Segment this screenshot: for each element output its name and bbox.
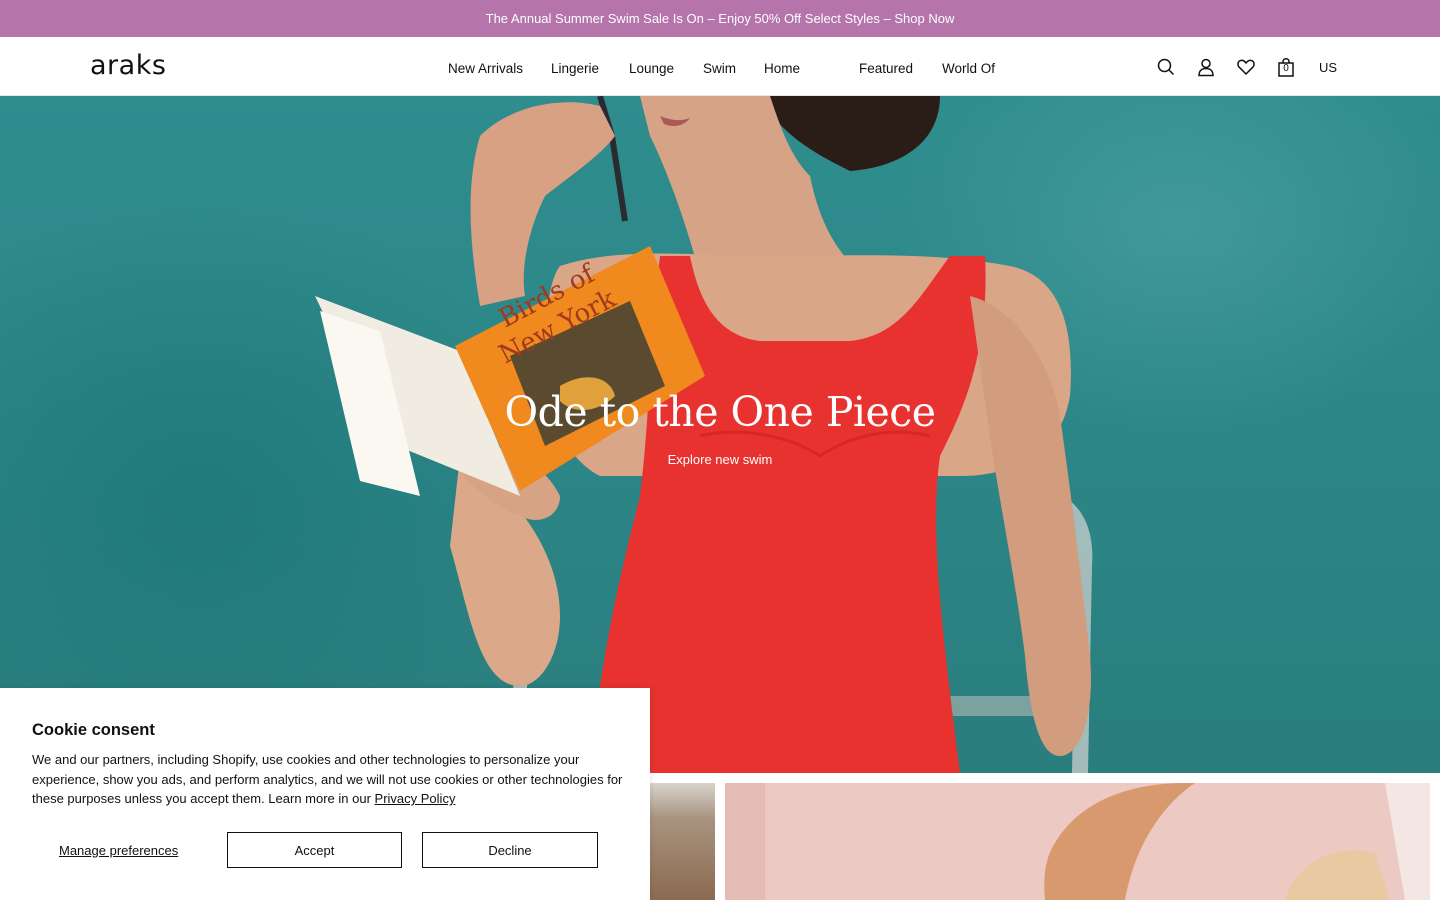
search-icon[interactable]: [1156, 57, 1176, 77]
announcement-text[interactable]: The Annual Summer Swim Sale Is On – Enjo…: [486, 11, 955, 26]
nav-world-of[interactable]: World Of: [942, 61, 995, 76]
locale-selector[interactable]: US: [1319, 60, 1337, 75]
cookie-consent-dialog: Cookie consent We and our partners, incl…: [0, 688, 650, 900]
bag-icon[interactable]: 0: [1276, 57, 1296, 77]
nav-lingerie[interactable]: Lingerie: [551, 61, 599, 76]
hero-title: Ode to the One Piece: [504, 388, 936, 436]
nav-lounge[interactable]: Lounge: [629, 61, 674, 76]
cookie-body-text: We and our partners, including Shopify, …: [32, 752, 623, 806]
hero-cta-label[interactable]: Explore new swim: [668, 452, 773, 467]
product-tile-right[interactable]: [725, 783, 1430, 900]
tile-photo: [725, 783, 1430, 900]
cookie-body: We and our partners, including Shopify, …: [32, 750, 628, 809]
nav-featured[interactable]: Featured: [859, 61, 913, 76]
manage-preferences-link[interactable]: Manage preferences: [59, 843, 178, 858]
nav-swim[interactable]: Swim: [703, 61, 736, 76]
privacy-policy-link[interactable]: Privacy Policy: [375, 791, 456, 806]
nav-new-arrivals[interactable]: New Arrivals: [448, 61, 523, 76]
main-nav: New Arrivals Lingerie Lounge Swim Home F…: [0, 61, 1440, 81]
account-icon[interactable]: [1196, 57, 1216, 77]
hero-banner[interactable]: Birds of New York Ode to the One Piece E…: [0, 96, 1440, 773]
bag-count: 0: [1283, 63, 1289, 74]
nav-home[interactable]: Home: [764, 61, 800, 76]
wishlist-heart-icon[interactable]: [1236, 57, 1256, 77]
hero-cta-explore-swim[interactable]: Explore new swim: [0, 452, 1440, 467]
product-tile-left[interactable]: [650, 783, 715, 900]
cookie-title: Cookie consent: [32, 721, 155, 739]
decline-button[interactable]: Decline: [422, 832, 598, 868]
announcement-bar[interactable]: The Annual Summer Swim Sale Is On – Enjo…: [0, 0, 1440, 37]
site-header: araks New Arrivals Lingerie Lounge Swim …: [0, 37, 1440, 96]
accept-button[interactable]: Accept: [227, 832, 402, 868]
